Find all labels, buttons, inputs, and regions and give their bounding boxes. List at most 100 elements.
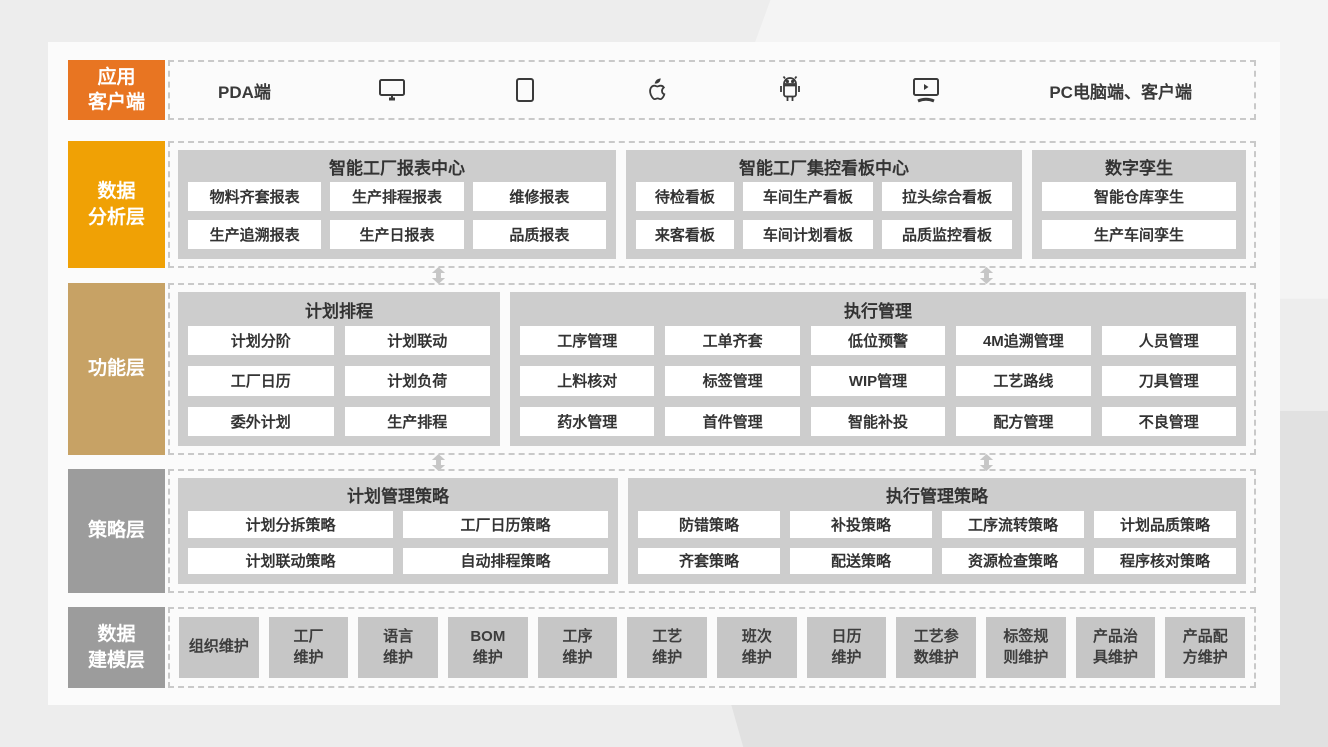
module-cell: 药水管理 — [520, 407, 654, 436]
module-cell: 上料核对 — [520, 366, 654, 395]
updown-arrow-icon — [430, 267, 447, 284]
module-cell: 品质监控看板 — [882, 220, 1012, 249]
layer-label-line: 数据 — [97, 622, 135, 647]
maintenance-line: 维护 — [294, 648, 324, 668]
data-analysis-row: 智能工厂报表中心 物料齐套报表 生产排程报表 维修报表 生产追溯报表 生产日报表… — [168, 141, 1256, 268]
module-cell: 防错策略 — [638, 511, 780, 538]
module-cell: 智能补投 — [811, 407, 945, 436]
maintenance-line: 维护 — [652, 648, 682, 668]
layer-label-line: 功能层 — [88, 356, 145, 381]
module-cell: 工序流转策略 — [942, 511, 1084, 538]
android-icon — [776, 75, 804, 105]
maintenance-line: 维护 — [563, 648, 593, 668]
module-cell: 不良管理 — [1102, 407, 1236, 436]
section-title: 执行管理策略 — [638, 478, 1236, 511]
layer-label-data-modeling: 数据 建模层 — [68, 607, 165, 688]
module-cell: 工厂日历策略 — [403, 511, 608, 538]
module-cell: 资源检查策略 — [942, 548, 1084, 575]
module-cell: 计划分拆策略 — [188, 511, 393, 538]
maintenance-cell: 工厂维护 — [269, 617, 349, 678]
maintenance-cell: 班次维护 — [717, 617, 797, 678]
maintenance-line: 标签规 — [1003, 627, 1048, 647]
maintenance-line: 组织维护 — [189, 637, 249, 657]
module-cell: 生产追溯报表 — [188, 220, 321, 249]
module-cell: 生产日报表 — [330, 220, 463, 249]
module-cell: 计划分阶 — [188, 326, 334, 355]
layer-label-line: 建模层 — [88, 648, 145, 673]
module-cell: 车间生产看板 — [743, 182, 873, 211]
section-title: 智能工厂集控看板中心 — [636, 150, 1012, 182]
section-plan-scheduling: 计划排程 计划分阶 计划联动 工厂日历 计划负荷 委外计划 生产排程 — [178, 292, 500, 446]
module-cell: 程序核对策略 — [1094, 548, 1236, 575]
layer-label-app-client: 应用 客户端 — [68, 60, 165, 120]
module-cell: 计划负荷 — [345, 366, 491, 395]
module-cell: 工单齐套 — [665, 326, 799, 355]
maintenance-cell: 日历维护 — [807, 617, 887, 678]
maintenance-line: 维护 — [473, 648, 503, 668]
module-cell: 工艺路线 — [956, 366, 1090, 395]
module-cell: 配方管理 — [956, 407, 1090, 436]
maintenance-line: 工艺 — [652, 627, 682, 647]
module-cell: 车间计划看板 — [743, 220, 873, 249]
maintenance-line: 日历 — [832, 627, 862, 647]
section-title: 数字孪生 — [1042, 150, 1236, 182]
module-cell: 配送策略 — [790, 548, 932, 575]
desktop-monitor-icon — [377, 76, 407, 104]
maintenance-line: 工序 — [563, 627, 593, 647]
section-title: 智能工厂报表中心 — [188, 150, 606, 182]
maintenance-line: 则维护 — [1003, 648, 1048, 668]
module-cell: 首件管理 — [665, 407, 799, 436]
module-cell: 生产车间孪生 — [1042, 220, 1236, 249]
apple-icon — [643, 76, 670, 105]
maintenance-cell: 组织维护 — [179, 617, 259, 678]
module-cell: 物料齐套报表 — [188, 182, 321, 211]
layer-label-line: 策略层 — [88, 518, 145, 543]
module-cell: 自动排程策略 — [403, 548, 608, 575]
layer-label-line: 客户端 — [88, 90, 145, 115]
maintenance-cell: 工艺维护 — [627, 617, 707, 678]
maintenance-line: 产品配 — [1183, 627, 1228, 647]
maintenance-line: 工厂 — [294, 627, 324, 647]
maintenance-cell: 工序维护 — [538, 617, 618, 678]
section-plan-strategy: 计划管理策略 计划分拆策略 工厂日历策略 计划联动策略 自动排程策略 — [178, 478, 618, 584]
module-cell: 智能仓库孪生 — [1042, 182, 1236, 211]
tablet-icon — [513, 76, 537, 104]
section-kanban-center: 智能工厂集控看板中心 待检看板 车间生产看板 拉头综合看板 来客看板 车间计划看… — [626, 150, 1022, 259]
section-title: 计划管理策略 — [188, 478, 608, 511]
maintenance-line: 维护 — [832, 648, 862, 668]
module-cell: 生产排程 — [345, 407, 491, 436]
maintenance-line: 具维护 — [1093, 648, 1138, 668]
module-cell: 生产排程报表 — [330, 182, 463, 211]
module-cell: 人员管理 — [1102, 326, 1236, 355]
module-cell: 4M追溯管理 — [956, 326, 1090, 355]
module-cell: 拉头综合看板 — [882, 182, 1012, 211]
module-cell: 维修报表 — [473, 182, 606, 211]
data-modeling-row: 组织维护 工厂维护 语言维护 BOM维护 工序维护 工艺维护 班次维护 日历维护 — [168, 607, 1256, 688]
maintenance-line: 数维护 — [914, 648, 959, 668]
layer-label-function: 功能层 — [68, 283, 165, 455]
smart-tv-icon — [909, 75, 943, 105]
module-cell: 计划联动策略 — [188, 548, 393, 575]
layer-label-line: 应用 — [97, 65, 135, 90]
module-cell: 委外计划 — [188, 407, 334, 436]
module-cell: 计划联动 — [345, 326, 491, 355]
maintenance-line: 工艺参 — [914, 627, 959, 647]
pc-client-label: PC电脑端、客户端 — [1049, 78, 1192, 103]
module-cell: 标签管理 — [665, 366, 799, 395]
strategy-row: 计划管理策略 计划分拆策略 工厂日历策略 计划联动策略 自动排程策略 执行管理策… — [168, 469, 1256, 593]
module-cell: 来客看板 — [636, 220, 734, 249]
section-title: 执行管理 — [520, 292, 1236, 326]
maintenance-line: 班次 — [742, 627, 772, 647]
maintenance-cell: 语言维护 — [358, 617, 438, 678]
section-execution-strategy: 执行管理策略 防错策略 补投策略 工序流转策略 计划品质策略 齐套策略 配送策略… — [628, 478, 1246, 584]
module-cell: 品质报表 — [473, 220, 606, 249]
pda-label: PDA端 — [218, 78, 271, 103]
maintenance-line: 维护 — [742, 648, 772, 668]
maintenance-line: 产品治 — [1093, 627, 1138, 647]
architecture-diagram-card: 应用 客户端 PDA端 — [48, 42, 1280, 705]
module-cell: 工厂日历 — [188, 366, 334, 395]
module-cell: 待检看板 — [636, 182, 734, 211]
maintenance-line: 语言 — [383, 627, 413, 647]
maintenance-line: 方维护 — [1183, 648, 1228, 668]
maintenance-cell: BOM维护 — [448, 617, 528, 678]
